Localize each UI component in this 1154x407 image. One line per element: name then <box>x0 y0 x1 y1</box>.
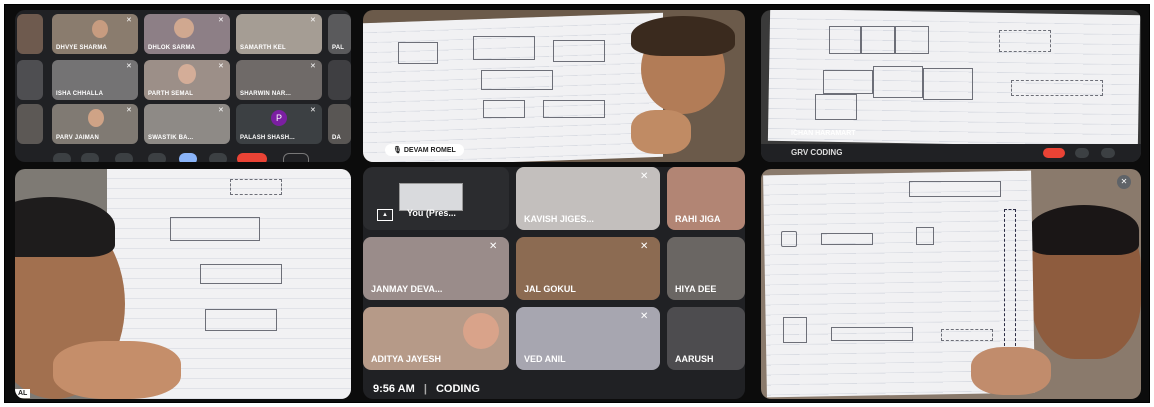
participant-tile[interactable]: ✕ DHVYE SHARMA <box>52 14 138 54</box>
mic-off-icon: ✕ <box>640 241 649 252</box>
video-feed-left: AL <box>15 169 351 399</box>
more-icon[interactable] <box>1075 148 1089 158</box>
participant-name: DEVAM ROMEL <box>403 147 456 154</box>
present-icon[interactable] <box>179 153 197 162</box>
participant-name: PAL <box>332 45 345 51</box>
participant-name: ISHA CHHALLA <box>56 91 104 97</box>
participant-tile[interactable]: ✕ JAL GOKUL <box>516 237 660 300</box>
mic-off-icon: ✕ <box>640 171 649 182</box>
participant-tile[interactable]: ✕ DHLOK SARMA <box>144 14 230 54</box>
participant-tile[interactable]: ✕ PARTH SEMAL <box>144 60 230 100</box>
mic-off-icon: ✕ <box>310 17 316 24</box>
participant-name-badge: 🎙 DEVAM ROMEL <box>385 144 464 156</box>
participant-name: JAL GOKUL <box>524 284 576 294</box>
participant-tile[interactable] <box>17 104 43 144</box>
participant-tile[interactable] <box>17 14 43 54</box>
participant-name: ADITYA JAYESH <box>371 354 442 364</box>
meeting-info: 9:56 AM | CODING <box>373 383 480 395</box>
participant-tile[interactable]: HIYA DEE <box>667 237 745 300</box>
participant-tile[interactable]: ADITYA JAYESH <box>363 307 509 370</box>
mic-off-icon: ✕ <box>126 107 132 114</box>
mic-off-icon: ✕ <box>489 241 498 252</box>
mic-off-icon: ✕ <box>310 63 316 70</box>
participant-name: DA <box>332 135 342 141</box>
meeting-label: GRV CODING <box>791 148 843 157</box>
meeting-time: 9:56 AM <box>373 383 415 395</box>
gallery-panel-top: ✕ DHVYE SHARMA ✕ DHLOK SARMA ✕ SAMARTH K… <box>15 10 351 162</box>
mic-icon: 🎙 <box>393 147 404 154</box>
participant-name: PARV JAIMAN <box>56 135 99 141</box>
mic-off-icon: ✕ <box>1117 175 1131 189</box>
mic-button[interactable] <box>53 153 71 162</box>
participant-tile[interactable]: RAHI JIGA <box>667 167 745 230</box>
participant-tile[interactable]: PAL <box>328 14 351 54</box>
participant-tile[interactable]: ✕ PARV JAIMAN <box>52 104 138 144</box>
participant-name: DHLOK SARMA <box>148 45 196 51</box>
participant-tile[interactable]: ✕ VED ANIL <box>516 307 660 370</box>
mic-off-icon: ✕ <box>126 17 132 24</box>
participant-name: AL <box>15 389 31 398</box>
participant-tile[interactable]: ✕ SHARWIN NAR... <box>236 60 322 100</box>
settings-button[interactable] <box>283 153 309 162</box>
captions-button[interactable] <box>115 153 133 162</box>
participant-name: PARTH SEMAL <box>148 91 194 97</box>
video-feed-right: ✕ <box>761 169 1141 399</box>
settings-button[interactable] <box>1101 148 1115 158</box>
meeting-title: CODING <box>435 383 480 395</box>
more-icon[interactable] <box>209 153 227 162</box>
participant-tile[interactable]: ✕ ISHA CHHALLA <box>52 60 138 100</box>
video-feed-ichan: ICHAN HARAMART GRV CODING <box>761 10 1141 162</box>
participant-tile[interactable]: ✕ JANMAY DEVA... <box>363 237 509 300</box>
present-icon: ▲ <box>377 209 393 221</box>
participant-name: AARUSH <box>675 354 714 364</box>
mic-off-icon: ✕ <box>218 107 224 114</box>
participant-tile[interactable]: ✕ KAVISH JIGES... <box>516 167 660 230</box>
end-call-icon[interactable] <box>237 153 267 162</box>
gallery-panel-bottom: ▲ You (Pres... ✕ KAVISH JIGES... RAHI JI… <box>363 167 745 399</box>
participant-tile[interactable]: AARUSH <box>667 307 745 370</box>
participant-name: SWASTIK BA... <box>148 135 194 141</box>
participant-name: RAHI JIGA <box>675 214 721 224</box>
end-call-icon[interactable] <box>1043 148 1065 158</box>
mic-off-icon: ✕ <box>218 17 224 24</box>
participant-name: VED ANIL <box>524 354 566 364</box>
avatar: P <box>271 110 287 126</box>
separator: | <box>423 383 427 395</box>
participant-name: PALASH SHASH... <box>240 135 295 141</box>
video-collage: ✕ DHVYE SHARMA ✕ DHLOK SARMA ✕ SAMARTH K… <box>4 4 1150 403</box>
raise-hand-icon[interactable] <box>148 153 166 162</box>
participant-tile[interactable] <box>328 60 351 100</box>
participant-name: ICHAN HARAMART <box>791 130 856 137</box>
participant-name: SAMARTH KEL <box>240 45 286 51</box>
mic-off-icon: ✕ <box>218 63 224 70</box>
you-presenting-tile[interactable]: ▲ You (Pres... <box>363 167 509 230</box>
participant-tile[interactable] <box>17 60 43 100</box>
mic-off-icon: ✕ <box>126 63 132 70</box>
participant-name: SHARWIN NAR... <box>240 91 292 97</box>
mic-off-icon: ✕ <box>310 107 316 114</box>
participant-tile[interactable]: ✕ SAMARTH KEL <box>236 14 322 54</box>
mic-off-icon: ✕ <box>640 311 649 322</box>
participant-tile[interactable]: ✕ SWASTIK BA... <box>144 104 230 144</box>
video-feed-devam: 🎙 DEVAM ROMEL <box>363 10 745 162</box>
participant-tile[interactable]: P ✕ PALASH SHASH... <box>236 104 322 144</box>
participant-tile[interactable]: DA <box>328 104 351 144</box>
participant-name: You (Pres... <box>407 208 456 218</box>
participant-name: KAVISH JIGES... <box>524 214 594 224</box>
camera-icon[interactable] <box>81 153 99 162</box>
participant-name: DHVYE SHARMA <box>56 45 108 51</box>
participant-name: HIYA DEE <box>675 284 717 294</box>
participant-name: JANMAY DEVA... <box>371 284 443 294</box>
